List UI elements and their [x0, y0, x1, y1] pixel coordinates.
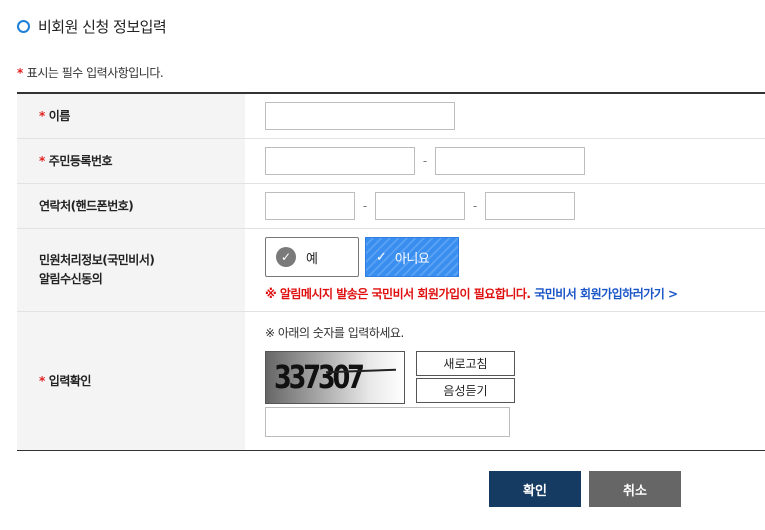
cancel-button[interactable]: 취소: [589, 471, 681, 507]
form-row-consent: 민원처리정보(국민비서) 알림수신동의 ✓ 예 ✓ 아니요 ※ 알림메시지 발송…: [17, 228, 765, 312]
phone-field-cell: --: [245, 183, 765, 229]
captcha-digits: 337307: [274, 358, 365, 396]
refresh-button[interactable]: 새로고침: [416, 351, 515, 376]
captcha-label: 입력확인: [48, 374, 92, 388]
audio-button[interactable]: 음성듣기: [416, 378, 515, 403]
check-circle-icon: ✓: [276, 247, 296, 267]
consent-label-line2: 알림수신동의: [39, 271, 103, 286]
consent-yes-label: 예: [306, 251, 318, 267]
phone-dash-1: -: [362, 198, 368, 213]
consent-yes-button[interactable]: ✓ 예: [265, 237, 359, 277]
circle-bullet-icon: [17, 20, 30, 33]
consent-field-cell: ✓ 예 ✓ 아니요 ※ 알림메시지 발송은 국민비서 회원가입이 필요합니다. …: [245, 228, 765, 312]
consent-no-label: 아니요: [394, 251, 430, 267]
phone-part2-input[interactable]: [375, 191, 465, 220]
required-notice-text: 표시는 필수 입력사항입니다.: [26, 66, 164, 80]
phone-label-cell: 연락처(핸드폰번호): [17, 183, 245, 229]
captcha-guide: ※ 아래의 숫자를 입력하세요.: [265, 326, 404, 340]
rrn-back-input[interactable]: [435, 146, 585, 175]
phone-part1-input[interactable]: [265, 191, 355, 220]
rrn-label-cell: * 주민등록번호: [17, 138, 245, 184]
captcha-input[interactable]: [265, 407, 510, 437]
captcha-image: 337307: [265, 351, 405, 404]
page-title: 비회원 신청 정보입력: [38, 18, 167, 36]
consent-label-line1: 민원처리정보(국민비서): [39, 252, 155, 267]
rrn-front-input[interactable]: [265, 146, 415, 175]
form-row-rrn: * 주민등록번호 -: [17, 138, 765, 184]
rrn-dash: -: [422, 153, 428, 168]
name-label: 이름: [48, 109, 71, 124]
phone-part3-input[interactable]: [485, 191, 575, 220]
section-title: 비회원 신청 정보입력: [17, 16, 167, 37]
form-row-phone: 연락처(핸드폰번호) --: [17, 183, 765, 229]
phone-dash-2: -: [472, 198, 478, 213]
required-star-icon: *: [39, 374, 45, 388]
required-star-icon: *: [39, 154, 45, 168]
captcha-label-cell: * 입력확인: [17, 311, 245, 450]
required-star-icon: *: [39, 109, 45, 124]
application-form: * 이름 * 주민등록번호 - 연락처(핸드폰번호) -- 민원처리정보(국민비서)…: [17, 92, 765, 451]
consent-no-button[interactable]: ✓ 아니요: [365, 237, 459, 277]
required-star-icon: *: [17, 66, 23, 80]
required-notice: * 표시는 필수 입력사항입니다.: [17, 64, 164, 81]
name-input[interactable]: [265, 101, 455, 130]
captcha-buttons: 새로고침 음성듣기: [416, 351, 515, 404]
signup-link[interactable]: 국민비서 회원가입하러가기 >: [534, 287, 678, 301]
consent-label-cell: 민원처리정보(국민비서) 알림수신동의: [17, 228, 245, 312]
form-row-captcha: * 입력확인 ※ 아래의 숫자를 입력하세요. 337307 새로고침 음성듣기: [17, 311, 765, 450]
rrn-field-cell: -: [245, 138, 765, 184]
rrn-label: 주민등록번호: [48, 154, 113, 168]
confirm-button[interactable]: 확인: [489, 471, 581, 507]
form-row-name: * 이름: [17, 93, 765, 139]
captcha-field-cell: ※ 아래의 숫자를 입력하세요. 337307 새로고침 음성듣기: [245, 311, 765, 450]
consent-warning: ※ 알림메시지 발송은 국민비서 회원가입이 필요합니다. 국민비서 회원가입하…: [265, 285, 764, 302]
captcha-row: 337307 새로고침 음성듣기: [265, 351, 764, 404]
phone-label: 연락처(핸드폰번호): [39, 199, 134, 213]
consent-warning-text: ※ 알림메시지 발송은 국민비서 회원가입이 필요합니다.: [265, 287, 531, 301]
name-field-cell: [245, 93, 765, 139]
check-icon: ✓: [376, 249, 387, 265]
name-label-cell: * 이름: [17, 93, 245, 139]
